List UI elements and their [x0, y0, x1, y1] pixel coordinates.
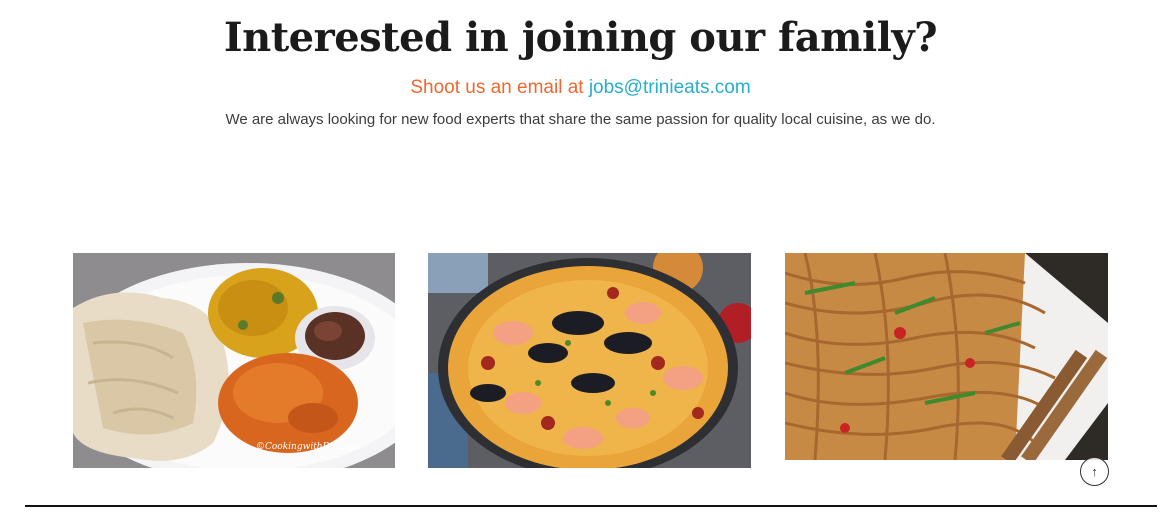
watermark-text: ©CookingwithRia.com	[256, 442, 359, 452]
email-line: Shoot us an email at jobs@trinieats.com	[0, 77, 1161, 99]
email-link[interactable]: jobs@trinieats.com	[589, 77, 751, 98]
email-prefix: Shoot us an email at	[410, 77, 589, 98]
arrow-up-icon: ↑	[1091, 464, 1098, 479]
scroll-to-top-button[interactable]: ↑	[1080, 457, 1109, 486]
food-image-paella	[428, 253, 751, 468]
intro-text: We are always looking for new food exper…	[225, 111, 936, 128]
food-image-roti-plate: ©CookingwithRia.com	[73, 253, 395, 468]
footer-divider	[25, 505, 1157, 507]
page-heading: Interested in joining our family?	[223, 14, 938, 61]
food-image-noodles	[785, 253, 1108, 460]
